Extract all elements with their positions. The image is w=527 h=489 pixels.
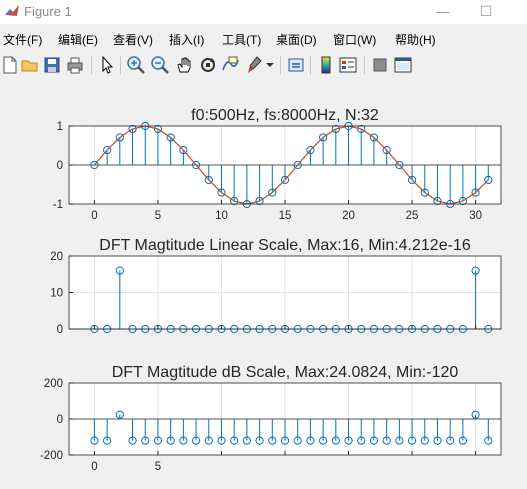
plots-svg: 0 5 10 15 20 25 30 -1 0 1 f0:500Hz, fs:8000Hz, N:3… (40, 107, 502, 473)
insert-legend-icon[interactable] (338, 55, 358, 75)
menu-bar: 文件(F) 编辑(E) 查看(V) 插入(I) 工具(T) 桌面(D) 窗口(W… (0, 27, 527, 49)
chart-title: f0:500Hz, fs:8000Hz, N:32 (191, 107, 379, 124)
x-tick-label: 15 (279, 210, 292, 222)
x-tick-label: 0 (91, 210, 97, 222)
link-plot-icon[interactable] (286, 55, 306, 75)
y-tick-label: -200 (40, 450, 63, 462)
menu-edit[interactable]: 编辑(E) (58, 31, 98, 48)
title-bar: Figure 1 — ☐ (0, 0, 527, 24)
toolbar-separator (91, 56, 92, 75)
toolbar-separator (364, 56, 365, 75)
y-tick-label: 10 (50, 288, 63, 300)
print-icon[interactable] (65, 55, 85, 75)
x-tick-label: 30 (469, 210, 482, 222)
y-tick-label: 0 (57, 160, 63, 172)
matlab-figure-icon (5, 5, 19, 16)
menu-window[interactable]: 窗口(W) (333, 31, 376, 48)
menu-view[interactable]: 查看(V) (113, 31, 153, 48)
x-tick-label: 5 (155, 461, 161, 473)
save-icon[interactable] (42, 55, 62, 75)
toolbar-separator (310, 56, 311, 75)
menu-tools[interactable]: 工具(T) (222, 31, 261, 48)
x-tick-label: 5 (155, 210, 161, 222)
x-tick-label: 20 (342, 210, 355, 222)
insert-colorbar-icon[interactable] (316, 55, 336, 75)
open-file-icon[interactable] (20, 55, 40, 75)
y-tick-label: -1 (53, 199, 63, 211)
toolbar-separator (280, 56, 281, 75)
y-tick-label: 0 (57, 414, 63, 426)
edit-plot-icon[interactable] (97, 55, 117, 75)
pan-icon[interactable] (174, 55, 194, 75)
rotate-3d-icon[interactable] (198, 55, 218, 75)
data-cursor-icon[interactable] (220, 55, 240, 75)
menu-help[interactable]: 帮助(H) (395, 31, 436, 48)
menu-file[interactable]: 文件(F) (3, 31, 42, 48)
x-tick-label: 0 (91, 461, 97, 473)
y-tick-label: 200 (44, 378, 63, 390)
x-tick-label: 10 (215, 210, 228, 222)
new-figure-icon[interactable] (0, 55, 20, 75)
chevron-down-icon[interactable] (264, 55, 276, 75)
zoom-out-icon[interactable] (150, 55, 170, 75)
brush-icon[interactable] (245, 55, 265, 75)
hide-plot-tools-icon[interactable] (370, 55, 390, 75)
menu-insert[interactable]: 插入(I) (169, 31, 204, 48)
chart-title: DFT Magtitude Linear Scale, Max:16, Min:… (99, 237, 471, 254)
maximize-button[interactable]: ☐ (463, 0, 509, 24)
y-tick-label: 0 (57, 324, 63, 336)
y-tick-label: 20 (50, 251, 63, 263)
toolbar-separator (120, 56, 121, 75)
y-tick-label: 1 (57, 121, 63, 133)
minimize-button[interactable]: — (420, 0, 466, 24)
zoom-in-icon[interactable] (126, 55, 146, 75)
x-tick-label: 25 (406, 210, 419, 222)
chart-title: DFT Magtitude dB Scale, Max:24.0824, Min… (112, 364, 459, 381)
menu-desktop[interactable]: 桌面(D) (276, 31, 317, 48)
window-title: Figure 1 (24, 4, 72, 19)
show-plot-tools-icon[interactable] (393, 55, 413, 75)
figure-canvas: 0 5 10 15 20 25 30 -1 0 1 f0:500Hz, fs:8000Hz, N:3… (0, 82, 527, 489)
